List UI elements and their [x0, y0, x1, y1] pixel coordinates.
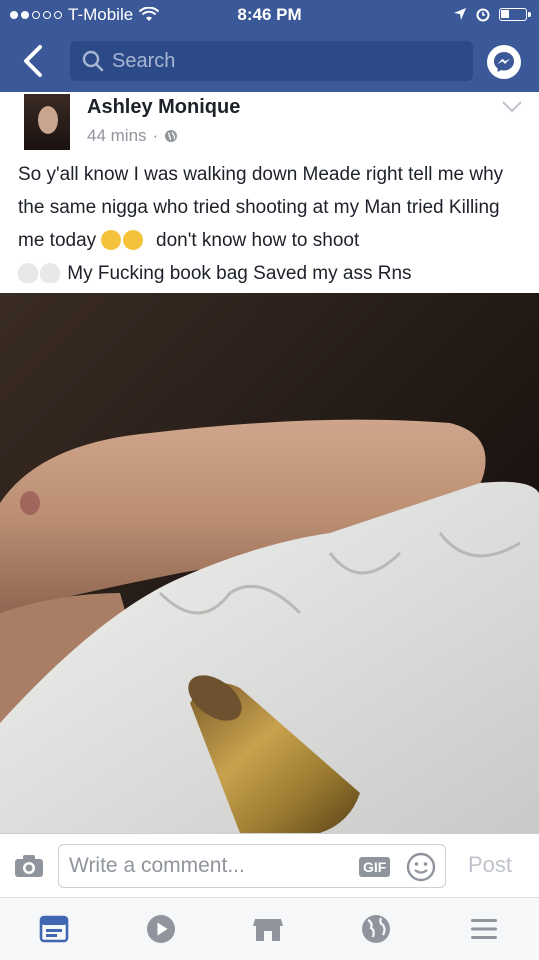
- post-meta: 44 mins ·: [87, 126, 178, 146]
- location-arrow-icon: [454, 8, 466, 20]
- menu-tab-icon[interactable]: [468, 913, 500, 945]
- smiley-icon[interactable]: [406, 852, 436, 882]
- skull-emoji-icon: [40, 263, 60, 283]
- camera-icon[interactable]: [14, 854, 44, 878]
- post-text-part3: My Fucking book bag Saved my ass Rns: [67, 263, 412, 284]
- laughing-emoji-icon: [123, 230, 144, 250]
- news-feed-tab-icon[interactable]: [38, 913, 70, 945]
- marketplace-tab-icon[interactable]: [252, 913, 284, 945]
- laughing-emoji-icon: [101, 230, 122, 250]
- post-header: Ashley Monique 44 mins ·: [0, 92, 539, 152]
- post-photo[interactable]: [0, 293, 539, 833]
- back-chevron-icon[interactable]: [18, 44, 48, 78]
- photo-illustration: [0, 293, 539, 833]
- messenger-icon: [494, 52, 514, 72]
- top-navigation-bar: T-Mobile 8:46 PM: [0, 0, 539, 92]
- comment-composer: GIF Post: [0, 833, 539, 897]
- status-bar: T-Mobile 8:46 PM: [0, 0, 539, 30]
- messenger-button[interactable]: [487, 45, 521, 79]
- meta-separator: ·: [152, 126, 159, 145]
- avatar[interactable]: [24, 94, 70, 150]
- post-text: So y'all know I was walking down Meade r…: [18, 158, 523, 290]
- globe-notifications-tab-icon[interactable]: [360, 913, 392, 945]
- gif-button[interactable]: GIF: [359, 857, 391, 877]
- bottom-tab-bar: [0, 897, 539, 960]
- battery-icon: [499, 7, 531, 21]
- skull-emoji-icon: [18, 263, 38, 283]
- author-name[interactable]: Ashley Monique: [87, 96, 240, 119]
- post-text-part2: don't know how to shoot: [156, 230, 360, 251]
- post-options-chevron-icon[interactable]: [501, 100, 523, 114]
- comment-field[interactable]: GIF: [58, 844, 446, 888]
- post-timestamp[interactable]: 44 mins: [87, 126, 147, 146]
- search-icon: [82, 50, 104, 72]
- globe-icon: [165, 130, 178, 142]
- video-tab-icon[interactable]: [145, 913, 177, 945]
- alarm-icon: [476, 8, 490, 22]
- search-input[interactable]: [112, 49, 412, 73]
- comment-input[interactable]: [69, 854, 349, 878]
- search-bar[interactable]: [70, 41, 473, 81]
- post-comment-button[interactable]: Post: [468, 852, 512, 878]
